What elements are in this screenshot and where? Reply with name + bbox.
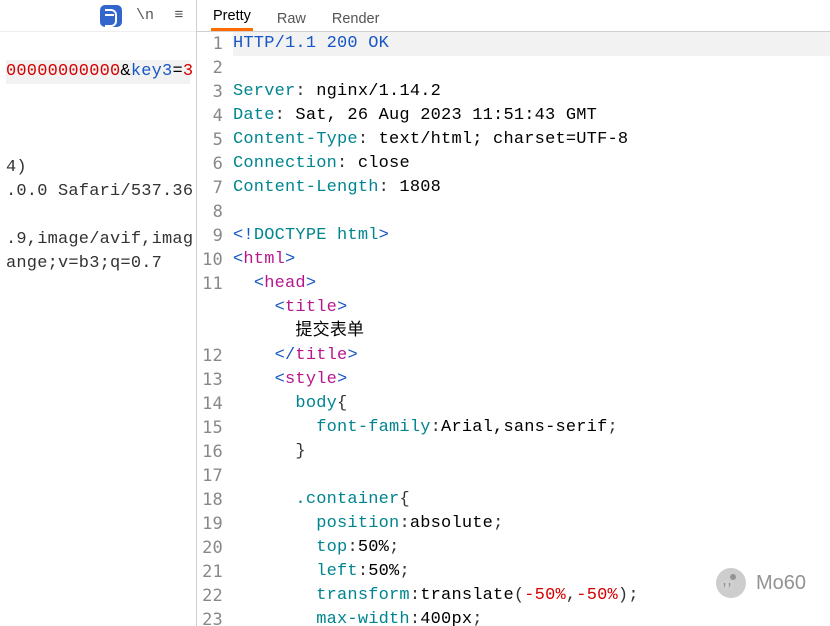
line-number: 1 (197, 32, 223, 56)
request-line-4: .0.0 Safari/537.36 (6, 182, 193, 201)
tab-pretty[interactable]: Pretty (211, 2, 253, 31)
response-code[interactable]: HTTP/1.1 200 OK Server: nginx/1.14.2 Dat… (229, 32, 830, 626)
line-number: 20 (197, 536, 223, 560)
line-number-gutter: 1234567891011121314151617181920212223 (197, 32, 229, 626)
watermark: Mo60 (716, 568, 806, 598)
request-panel: \n ≡ 00000000000&key3=3 4) .0.0 Safari/5… (0, 0, 197, 626)
menu-icon[interactable]: ≡ (168, 5, 190, 27)
line-number: 3 (197, 80, 223, 104)
line-number: 18 (197, 488, 223, 512)
request-line-1: 00000000000&key3=3 (6, 60, 190, 84)
code-line: </title> (233, 346, 358, 365)
line-number: 15 (197, 416, 223, 440)
code-line (233, 202, 243, 221)
code-line: Server: nginx/1.14.2 (233, 82, 441, 101)
line-number: 21 (197, 560, 223, 584)
code-line: Connection: close (233, 154, 410, 173)
line-number: 19 (197, 512, 223, 536)
line-number: 9 (197, 224, 223, 248)
code-line: max-width:400px; (233, 610, 483, 626)
line-number (197, 296, 223, 320)
wechat-icon (716, 568, 746, 598)
code-line (233, 466, 243, 485)
code-line: <style> (233, 370, 347, 389)
request-line-3: 4) (6, 158, 27, 177)
line-number: 2 (197, 56, 223, 80)
code-line: HTTP/1.1 200 OK (233, 32, 830, 56)
code-line: Date: Sat, 26 Aug 2023 11:51:43 GMT (233, 106, 597, 125)
code-line: Content-Type: text/html; charset=UTF-8 (233, 130, 628, 149)
code-line: <head> (233, 274, 316, 293)
code-line: top:50%; (233, 538, 399, 557)
code-line: 提交表单 (233, 322, 364, 341)
burp-logo-icon[interactable] (100, 5, 122, 27)
code-line: .container{ (233, 490, 410, 509)
line-number: 12 (197, 344, 223, 368)
line-number: 16 (197, 440, 223, 464)
line-number: 8 (197, 200, 223, 224)
code-line: <!DOCTYPE html> (233, 226, 389, 245)
response-code-area[interactable]: 1234567891011121314151617181920212223 HT… (197, 32, 830, 626)
line-number: 11 (197, 272, 223, 296)
line-number: 22 (197, 584, 223, 608)
code-line: } (233, 442, 306, 461)
line-number: 10 (197, 248, 223, 272)
wrap-lines-icon[interactable]: \n (134, 5, 156, 27)
watermark-text: Mo60 (756, 572, 806, 595)
tab-render[interactable]: Render (330, 5, 382, 31)
line-number: 17 (197, 464, 223, 488)
request-line-6: .9,image/avif,imag (6, 230, 193, 249)
line-number: 5 (197, 128, 223, 152)
code-line: <title> (233, 298, 347, 317)
line-number: 23 (197, 608, 223, 626)
code-line: <html> (233, 250, 295, 269)
response-panel: Pretty Raw Render 1234567891011121314151… (197, 0, 830, 626)
request-toolbar: \n ≡ (0, 0, 196, 32)
code-line: body{ (233, 394, 347, 413)
request-body[interactable]: 00000000000&key3=3 4) .0.0 Safari/537.36… (0, 32, 196, 280)
line-number: 14 (197, 392, 223, 416)
code-line: left:50%; (233, 562, 410, 581)
code-line: font-family:Arial,sans-serif; (233, 418, 618, 437)
request-line-7: ange;v=b3;q=0.7 (6, 254, 162, 273)
line-number: 7 (197, 176, 223, 200)
code-line: transform:translate(-50%,-50%); (233, 586, 639, 605)
line-number: 4 (197, 104, 223, 128)
response-tabs: Pretty Raw Render (197, 0, 830, 32)
line-number: 13 (197, 368, 223, 392)
line-number: 6 (197, 152, 223, 176)
code-line: Content-Length: 1808 (233, 178, 441, 197)
tab-raw[interactable]: Raw (275, 5, 308, 31)
line-number (197, 320, 223, 344)
code-line: position:absolute; (233, 514, 503, 533)
